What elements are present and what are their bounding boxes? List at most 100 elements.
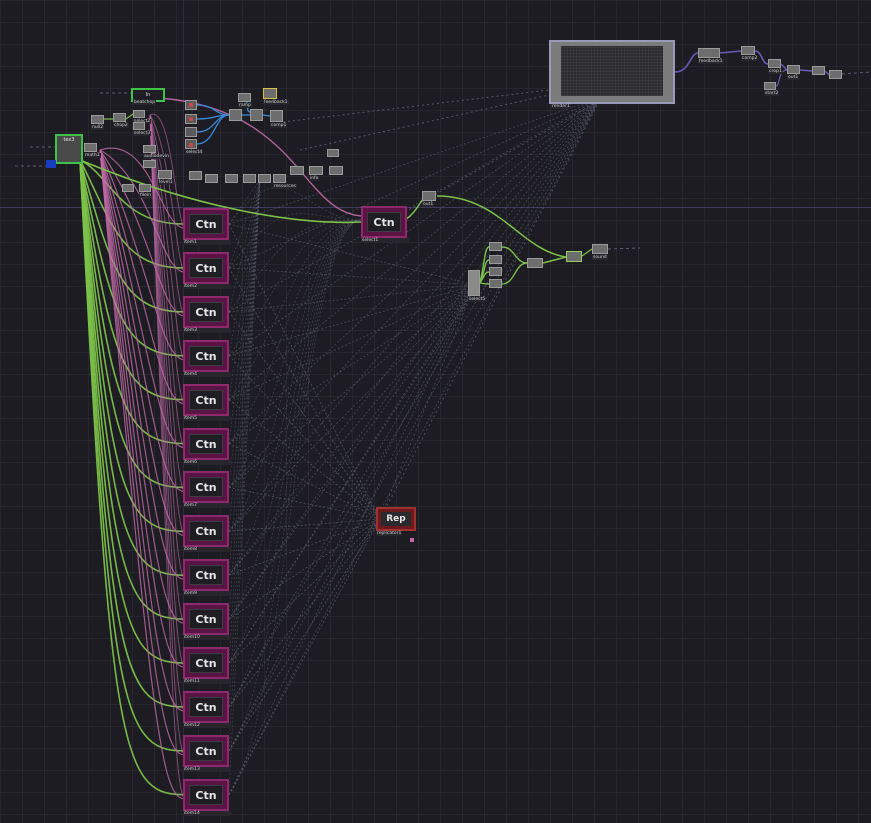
node-title: Ctn — [195, 261, 217, 275]
reference-link — [228, 284, 476, 708]
reference-link — [228, 97, 601, 708]
ctn-node[interactable]: Ctn item13 — [183, 734, 231, 772]
reference-link — [228, 223, 476, 286]
ctn-node[interactable]: Ctn item11 — [183, 647, 231, 684]
node-title: Rep — [386, 514, 406, 524]
node-label: level1 — [158, 180, 174, 185]
replicator-node[interactable]: Rep replicator1 — [376, 507, 416, 536]
ctn-node[interactable]: Ctn item4 — [183, 339, 231, 377]
node-label: item11 — [183, 679, 231, 684]
node-title: In — [145, 92, 151, 98]
network-editor-canvas[interactable]: tex3 In beatchop null2 chop2 select2 sel… — [0, 0, 871, 823]
reference-link — [228, 97, 601, 444]
purple-wire — [799, 69, 813, 72]
reference-link — [228, 284, 476, 488]
reference-link — [228, 518, 381, 664]
node-label: math1 — [84, 153, 101, 158]
node-title: Ctn — [195, 349, 217, 363]
ctn-node[interactable]: Ctn item1 — [183, 208, 231, 245]
green-wire — [125, 113, 134, 120]
reference-link — [228, 518, 381, 795]
render-preview — [561, 46, 663, 96]
node-label: beatchop — [133, 100, 157, 105]
reference-link — [228, 179, 261, 444]
reference-link — [379, 99, 601, 520]
reference-link — [228, 179, 261, 664]
reference-link — [228, 487, 381, 520]
node-title: Ctn — [195, 788, 217, 802]
select-ctn-node[interactable]: Ctn select1 — [361, 206, 409, 243]
reference-link — [228, 284, 476, 751]
node-label: item10 — [183, 635, 231, 641]
reference-link — [228, 284, 476, 620]
record-icon — [189, 117, 193, 121]
reference-link — [228, 219, 363, 313]
node-label: render1 — [551, 104, 571, 109]
green-wire — [501, 246, 528, 264]
node-title: Ctn — [195, 525, 217, 539]
reference-link — [228, 97, 601, 795]
reference-link — [228, 284, 476, 313]
reference-link — [228, 518, 381, 532]
node-label: item3 — [183, 327, 231, 333]
reference-link — [228, 219, 363, 620]
node-label: chop2 — [113, 123, 129, 128]
node-title: tex3 — [63, 137, 75, 143]
green-wire — [501, 262, 528, 285]
reference-link — [228, 284, 476, 664]
ctn-node[interactable]: Ctn item7 — [183, 471, 231, 509]
reference-link — [228, 219, 363, 708]
render-top-node[interactable]: render1 — [549, 40, 675, 109]
node-label: filein — [139, 193, 152, 198]
node-label: out1 — [787, 75, 800, 80]
node-title: Ctn — [195, 305, 217, 319]
node-title: Ctn — [195, 613, 217, 627]
node-label: sound — [592, 255, 608, 260]
node-label: item7 — [183, 503, 231, 509]
reference-link — [299, 94, 550, 151]
ctn-node[interactable]: Ctn item9 — [183, 559, 231, 597]
node-label: select3 — [133, 131, 152, 136]
reference-link — [228, 97, 601, 751]
top-op-node[interactable]: In beatchop — [131, 88, 165, 105]
node-label: null2 — [91, 125, 105, 130]
node-label: start2 — [764, 91, 780, 96]
node-label: item9 — [183, 591, 231, 597]
reference-link — [228, 97, 601, 576]
node-label: item8 — [183, 547, 231, 553]
node-label: item14 — [183, 810, 231, 816]
green-wire — [581, 248, 593, 257]
ctn-node[interactable]: Ctn item10 — [183, 603, 231, 641]
node-label: feedback1 — [698, 59, 724, 64]
node-label: out1 — [422, 202, 435, 207]
node-label: select4 — [185, 150, 204, 155]
node-label: replicator1 — [376, 531, 403, 536]
reference-link — [607, 247, 641, 250]
ctn-node[interactable]: Ctn item6 — [183, 427, 231, 465]
ctn-node[interactable]: Ctn item3 — [183, 295, 231, 333]
reference-link — [228, 518, 381, 620]
node-title: Ctn — [373, 216, 395, 229]
node-label: crop1 — [768, 69, 783, 74]
ctn-node[interactable]: Ctn item8 — [183, 515, 231, 553]
reference-link — [228, 399, 381, 520]
node-label: item6 — [183, 459, 231, 465]
node-label: resources — [273, 184, 297, 189]
connector-pin[interactable] — [410, 538, 414, 542]
node-label: feedback1 — [263, 100, 289, 105]
ctn-node[interactable]: Ctn item12 — [183, 690, 231, 728]
ctn-node[interactable]: Ctn item14 — [183, 778, 231, 816]
blue-wire — [196, 104, 230, 116]
ctn-node[interactable]: Ctn item5 — [183, 383, 231, 421]
node-label: item13 — [183, 766, 231, 772]
selected-green-node[interactable]: tex3 — [55, 134, 83, 164]
reference-link — [228, 355, 381, 520]
purple-wire — [674, 52, 699, 73]
reference-link — [228, 179, 261, 795]
node-label: audiodevin — [143, 154, 170, 159]
node-title: Ctn — [195, 393, 217, 407]
node-label: info — [309, 176, 320, 181]
ctn-node[interactable]: Ctn item2 — [183, 251, 231, 289]
record-icon — [189, 143, 193, 147]
viewer-flag-icon[interactable] — [46, 160, 56, 168]
